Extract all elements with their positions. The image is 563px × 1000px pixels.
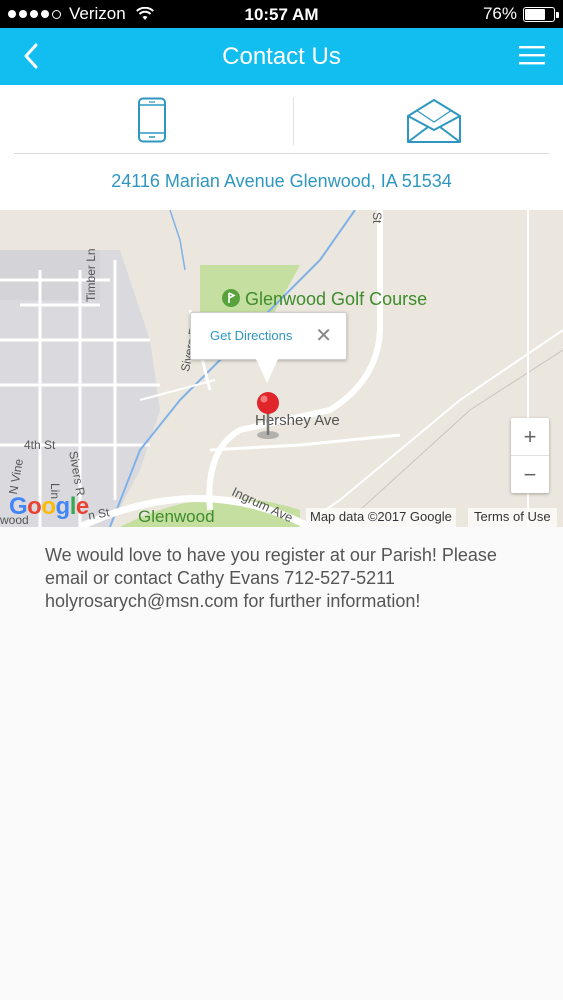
- contact-icon-row: [14, 85, 549, 154]
- get-directions-link[interactable]: Get Directions: [210, 328, 292, 343]
- battery-percent: 76%: [482, 4, 517, 23]
- golf-icon: [222, 289, 240, 307]
- page-title: Contact Us: [222, 43, 341, 70]
- contact-panel: 24116 Marian Avenue Glenwood, IA 51534: [0, 85, 563, 210]
- map-pin-icon[interactable]: [254, 390, 282, 440]
- popup-pointer: [255, 357, 279, 383]
- battery-icon: [523, 6, 559, 22]
- address-link[interactable]: 24116 Marian Avenue Glenwood, IA 51534: [0, 171, 563, 192]
- zoom-controls: + −: [511, 418, 549, 493]
- status-bar: Verizon 10:57 AM 76%: [0, 0, 563, 28]
- close-icon[interactable]: ✕: [315, 323, 332, 348]
- battery-fill: [525, 8, 545, 20]
- map-label-st-right: St: [370, 212, 384, 224]
- status-right: 76%: [482, 4, 559, 24]
- directions-popup: Get Directions ✕: [190, 312, 347, 360]
- google-logo: Google: [9, 493, 89, 520]
- map-credit: Map data ©2017 Google: [306, 508, 456, 527]
- map-view[interactable]: Timber Ln Sivers Rd 4th St N Vine Sivers…: [0, 210, 563, 527]
- map-label-timber: Timber Ln: [84, 248, 98, 302]
- info-text: We would love to have you register at ou…: [45, 545, 497, 611]
- map-label-glenwood: Glenwood: [138, 507, 215, 526]
- zoom-in-button[interactable]: +: [511, 418, 549, 456]
- map-label-golf-course: Glenwood Golf Course: [245, 289, 428, 309]
- envelope-icon[interactable]: [406, 98, 462, 144]
- hamburger-menu-icon[interactable]: [519, 44, 545, 66]
- status-time: 10:57 AM: [244, 5, 319, 24]
- zoom-out-button[interactable]: −: [511, 456, 549, 493]
- terms-of-use-link[interactable]: Terms of Use: [468, 508, 557, 527]
- icon-divider: [293, 97, 294, 145]
- nav-bar: Contact Us: [0, 28, 563, 85]
- phone-icon[interactable]: [136, 97, 168, 143]
- map-label-4th-st: 4th St: [24, 438, 56, 452]
